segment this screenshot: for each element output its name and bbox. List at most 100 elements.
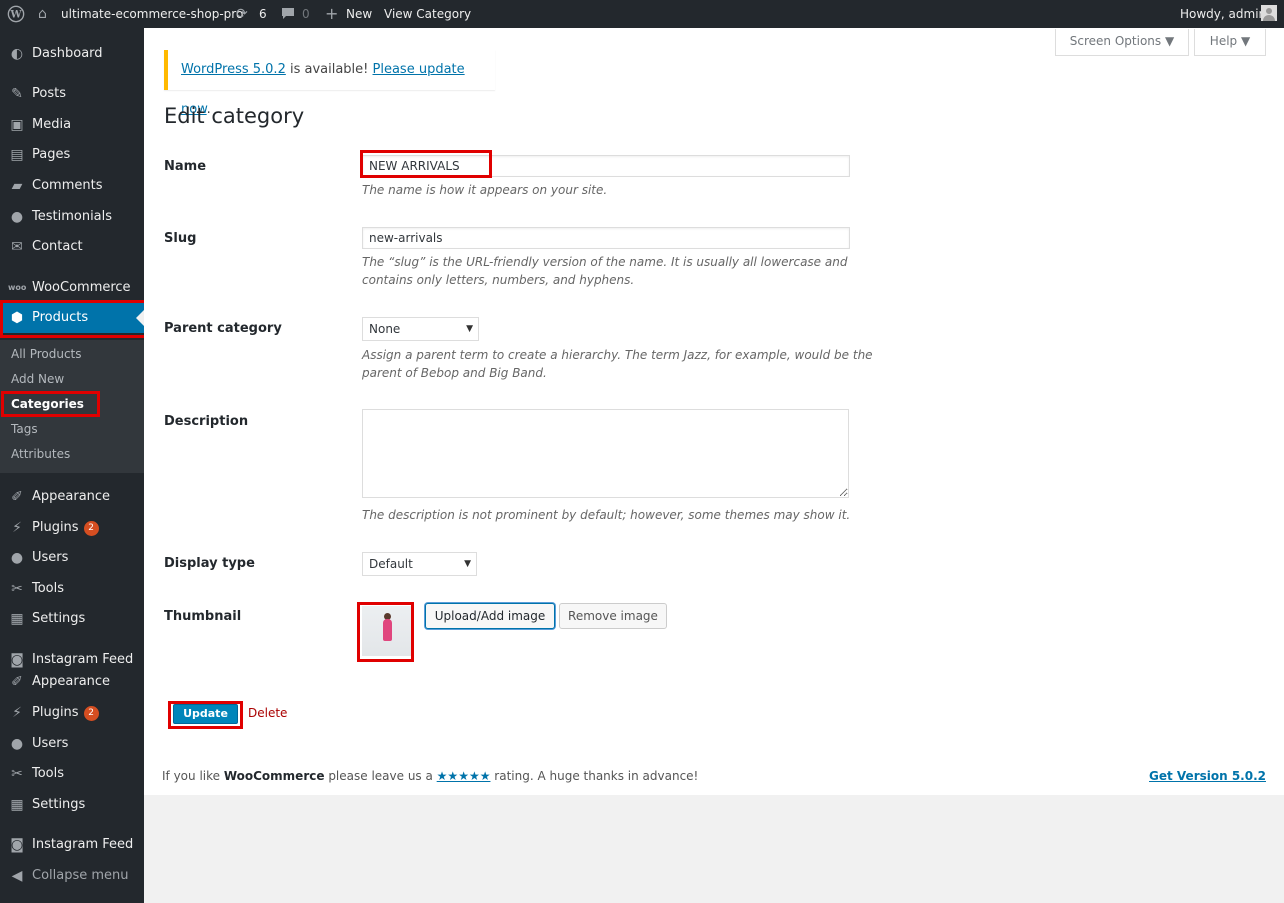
description-label: Description: [164, 414, 249, 429]
parent-category-select[interactable]: None ▼: [362, 317, 479, 341]
brush-icon: ✐: [11, 674, 23, 690]
howdy-account[interactable]: Howdy, admin: [1180, 0, 1266, 28]
description-textarea[interactable]: [362, 409, 849, 498]
svg-text:W: W: [9, 10, 22, 21]
slug-hint: The “slug” is the URL-friendly version o…: [362, 255, 848, 287]
menu-appearance[interactable]: ✐ Appearance: [0, 482, 144, 512]
menu-testimonials[interactable]: ● Testimonials: [0, 202, 144, 232]
submenu-tags[interactable]: Tags: [11, 421, 38, 437]
submenu-attributes[interactable]: Attributes: [11, 446, 70, 462]
delete-link[interactable]: Delete: [248, 706, 287, 720]
menu-tools[interactable]: ✂ Tools: [0, 574, 144, 604]
pin-icon: ✎: [11, 86, 23, 102]
menu-media[interactable]: ▣ Media: [0, 110, 144, 140]
plugin-icon: ⚡: [12, 520, 22, 536]
parent-category-hint: Assign a parent term to create a hierarc…: [362, 348, 873, 380]
users-icon: ●: [10, 736, 24, 752]
admin-bar: W ⌂ ultimate-ecommerce-shop-pro ⟳ 6 0 + …: [0, 0, 1284, 28]
camera-icon: ◙: [10, 837, 24, 853]
help-button[interactable]: Help ▼: [1194, 29, 1266, 56]
plugin-icon: ⚡: [12, 705, 22, 721]
slug-input[interactable]: new-arrivals: [362, 227, 850, 249]
display-type-value: Default: [369, 557, 413, 571]
upload-image-button[interactable]: Upload/Add image: [425, 603, 555, 629]
comments-icon[interactable]: [281, 0, 295, 28]
name-input[interactable]: NEW ARRIVALS: [362, 155, 850, 177]
description-hint: The description is not prominent by defa…: [362, 508, 851, 522]
thumbnail-label: Thumbnail: [164, 609, 242, 624]
get-version-link[interactable]: Get Version 5.0.2: [1149, 769, 1266, 783]
display-type-select[interactable]: Default ▼: [362, 552, 477, 576]
settings-icon: ▦: [10, 797, 24, 813]
menu-dashboard[interactable]: ◐ Dashboard: [0, 39, 144, 69]
footer-text-2: please leave us a: [324, 769, 437, 783]
home-icon[interactable]: ⌂: [38, 0, 47, 28]
plugins-update-badge-2: 2: [83, 706, 99, 721]
mail-icon: ✉: [11, 239, 23, 255]
update-button[interactable]: Update: [173, 704, 238, 724]
name-label: Name: [164, 159, 207, 174]
updates-count[interactable]: 6: [259, 0, 267, 28]
menu-plugins-2[interactable]: ⚡ Plugins 2: [0, 698, 144, 728]
users-icon: ●: [10, 550, 24, 566]
thumbnail-figure: [383, 619, 392, 641]
submenu-categories[interactable]: Categories: [11, 396, 84, 412]
avatar[interactable]: [1261, 5, 1277, 21]
menu-users[interactable]: ● Users: [0, 543, 144, 573]
media-icon: ▣: [10, 117, 24, 133]
wrench-icon: ✂: [11, 581, 23, 597]
slug-label: Slug: [164, 231, 197, 246]
page-title: Edit category: [164, 104, 305, 128]
menu-settings-2[interactable]: ▦ Settings: [0, 790, 144, 820]
menu-comments[interactable]: ▰ Comments: [0, 171, 144, 201]
site-name-link[interactable]: ultimate-ecommerce-shop-pro: [61, 0, 243, 28]
dropdown-arrow-icon: ▼: [464, 559, 471, 569]
woocommerce-icon: woo: [8, 283, 27, 292]
wordpress-logo-icon[interactable]: W: [7, 0, 25, 28]
menu-plugins[interactable]: ⚡ Plugins 2: [0, 513, 144, 543]
plugins-update-badge: 2: [83, 521, 99, 536]
menu-users-2[interactable]: ● Users: [0, 729, 144, 759]
footer-text-1: If you like: [162, 769, 224, 783]
collapse-arrow-icon: ◀: [11, 868, 23, 884]
submenu-add-new[interactable]: Add New: [11, 371, 64, 387]
menu-woocommerce[interactable]: woo WooCommerce: [0, 273, 144, 303]
dashboard-icon: ◐: [10, 46, 24, 62]
collapse-menu-button[interactable]: ◀ Collapse menu: [0, 861, 144, 891]
main-content: Screen Options ▼ Help ▼ WordPress 5.0.2 …: [144, 28, 1284, 795]
update-notice: WordPress 5.0.2 is available! Please upd…: [164, 50, 495, 117]
submenu-all-products[interactable]: All Products: [11, 346, 82, 362]
current-menu-arrow: [136, 310, 144, 326]
menu-instagram-feed-2[interactable]: ◙ Instagram Feed: [0, 830, 144, 860]
parent-category-value: None: [369, 322, 401, 336]
plugins-label-2: Plugins: [32, 705, 79, 720]
name-hint: The name is how it appears on your site.: [362, 183, 608, 197]
menu-tools-2[interactable]: ✂ Tools: [0, 759, 144, 789]
footer-brand: WooCommerce: [223, 769, 325, 783]
menu-settings[interactable]: ▦ Settings: [0, 604, 144, 634]
screen-options-button[interactable]: Screen Options ▼: [1055, 29, 1189, 56]
box-icon: ⬢: [10, 310, 24, 326]
thumbnail-image: [362, 606, 411, 656]
comment-icon: ▰: [11, 178, 23, 194]
notice-text: is available!: [285, 62, 373, 77]
comments-count[interactable]: 0: [302, 0, 310, 28]
menu-appearance-2[interactable]: ✐ Appearance: [0, 667, 144, 697]
admin-sidebar: ◐ Dashboard ✎ Posts ▣ Media ▤ Pages ▰ Comment…: [0, 28, 144, 903]
plus-icon[interactable]: +: [325, 0, 338, 28]
plugins-label: Plugins: [32, 520, 79, 535]
new-content-link[interactable]: New: [346, 0, 372, 28]
person-icon: ●: [10, 209, 24, 225]
menu-contact[interactable]: ✉ Contact: [0, 232, 144, 262]
wordpress-version-link[interactable]: WordPress 5.0.2: [181, 62, 286, 77]
menu-posts[interactable]: ✎ Posts: [0, 79, 144, 109]
menu-products[interactable]: ⬢ Products: [0, 303, 144, 333]
menu-pages[interactable]: ▤ Pages: [0, 140, 144, 170]
dropdown-arrow-icon: ▼: [466, 324, 473, 334]
remove-image-button[interactable]: Remove image: [559, 603, 667, 629]
rating-stars-link[interactable]: ★★★★★: [437, 769, 491, 783]
brush-icon: ✐: [11, 489, 23, 505]
view-category-link[interactable]: View Category: [384, 0, 471, 28]
pages-icon: ▤: [10, 147, 24, 163]
updates-icon[interactable]: ⟳: [236, 0, 248, 28]
